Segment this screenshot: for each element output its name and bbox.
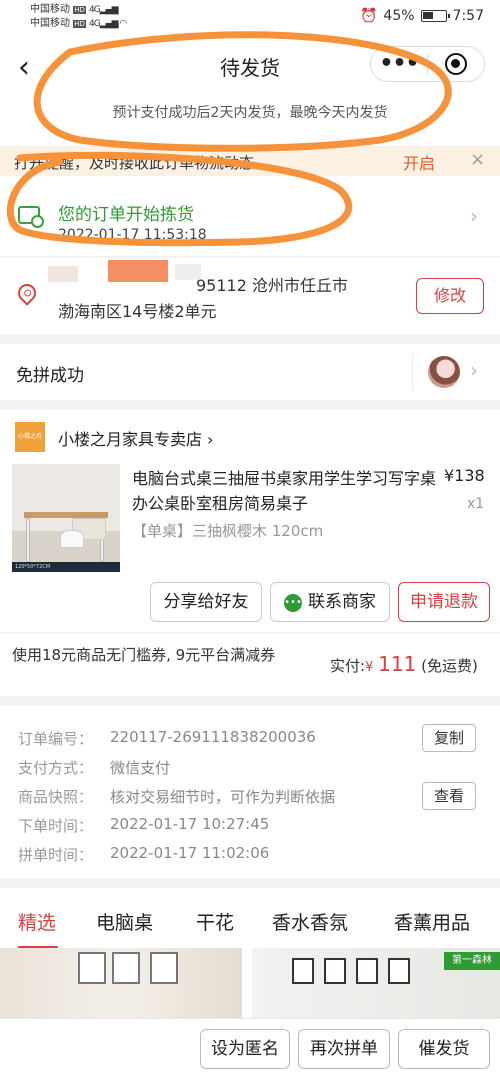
recommend-products: 第一森林 <box>0 948 500 1018</box>
tab-perfume[interactable]: 香水香氛 <box>272 908 348 935</box>
logistics-time: 2022-01-17 11:53:18 <box>58 227 207 243</box>
recommend-product-1[interactable] <box>0 948 242 1018</box>
close-program-button[interactable] <box>428 53 484 75</box>
total-paid: 实付:¥ 111 (免运费) <box>330 652 478 676</box>
location-pin-icon <box>14 280 40 306</box>
redacted-phone <box>108 260 168 282</box>
set-anonymous-button[interactable]: 设为匿名 <box>200 1029 290 1069</box>
mini-program-capsule: ••• <box>370 46 485 82</box>
product-spec: 【单桌】三抽枫樱木 120cm <box>132 522 324 540</box>
close-icon[interactable]: × <box>470 149 485 170</box>
tab-computer-desk[interactable]: 电脑桌 <box>96 908 153 935</box>
reminder-open-button[interactable]: 开启 <box>403 150 435 174</box>
product-image[interactable]: 120*50*72CM <box>12 464 120 572</box>
more-menu-button[interactable]: ••• <box>371 46 427 82</box>
shop-name-link[interactable]: 小楼之月家具专卖店 › <box>58 426 214 450</box>
shop-logo: 小楼之月 <box>15 422 45 452</box>
logistics-status[interactable]: 您的订单开始拣货 2022-01-17 11:53:18 › <box>0 176 500 256</box>
group-status-text: 免拼成功 <box>16 366 84 386</box>
order-item-card: 小楼之月 小楼之月家具专卖店 › 120*50*72CM 电脑台式桌三抽屉书桌家… <box>0 410 500 632</box>
contact-seller-button[interactable]: ••• 联系商家 <box>270 582 390 622</box>
tab-aroma[interactable]: 香薰用品 <box>394 908 470 935</box>
avatar <box>428 356 460 388</box>
reminder-text: 打开提醒，及时接收此订单物流动态 <box>14 154 255 172</box>
payment-summary: 使用18元商品无门槛券, 9元平台满减券 实付:¥ 111 (免运费) <box>0 634 500 696</box>
divider <box>412 354 413 390</box>
order-number-row: 订单编号： 220117-269111838200036 复制 <box>18 724 488 752</box>
chat-icon: ••• <box>284 594 302 612</box>
payment-method-row: 支付方式： 微信支付 <box>18 759 171 777</box>
shipping-estimate: 预计支付成功后2天内发货，最晚今天内发货 <box>112 105 388 121</box>
alarm-icon: ⏰ <box>359 8 378 24</box>
product-quantity: x1 <box>467 496 485 512</box>
status-right: ⏰ 45% 7:57 <box>360 8 484 24</box>
order-time-row: 下单时间： 2022-01-17 10:27:45 <box>18 815 270 835</box>
coupon-note: 使用18元商品无门槛券, 9元平台满减券 <box>12 646 276 664</box>
share-button[interactable]: 分享给好友 <box>150 582 262 622</box>
group-time-row: 拼单时间： 2022-01-17 11:02:06 <box>18 844 270 864</box>
address-line-1: 95112 沧州市任丘市 <box>196 276 348 295</box>
address-line-2: 渤海南区14号楼2单元 <box>58 302 217 321</box>
order-info: 订单编号： 220117-269111838200036 复制 支付方式： 微信支付… <box>0 706 500 878</box>
view-button[interactable]: 查看 <box>422 782 476 810</box>
urge-shipment-button[interactable]: 催发货 <box>398 1029 490 1069</box>
clock: 7:57 <box>452 8 484 24</box>
edit-address-button[interactable]: 修改 <box>416 278 484 314</box>
tab-featured[interactable]: 精选 <box>18 908 56 935</box>
logistics-title: 您的订单开始拣货 <box>58 205 194 225</box>
carrier-info: 中国移动 HD 4G▂▄▆ 中国移动 HD 4G▂▄▆ ◠ <box>30 4 127 29</box>
group-buy-status[interactable]: 免拼成功 › <box>0 344 500 400</box>
tab-dried-flowers[interactable]: 干花 <box>196 908 234 935</box>
bottom-action-bar: 设为匿名 再次拼单 催发货 <box>0 1018 500 1082</box>
regroup-button[interactable]: 再次拼单 <box>298 1029 390 1069</box>
package-clock-icon <box>18 206 44 228</box>
shipping-address: 95112 沧州市任丘市 渤海南区14号楼2单元 修改 <box>0 258 500 334</box>
product-title[interactable]: 电脑台式桌三抽屉书桌家用学生学习写字桌办公桌卧室租房简易桌子 <box>132 466 442 516</box>
page-header: ‹ 待发货 ••• 预计支付成功后2天内发货，最晚今天内发货 <box>0 36 500 146</box>
snapshot-row: 商品快照： 核对交易细节时，可作为判断依据 查看 <box>18 782 488 810</box>
copy-button[interactable]: 复制 <box>422 724 476 752</box>
product-price: ¥138 <box>444 466 485 485</box>
brand-badge: 第一森林 <box>444 952 500 970</box>
refund-button[interactable]: 申请退款 <box>398 582 490 622</box>
chevron-right-icon: › <box>207 430 214 449</box>
notification-reminder-bar: 打开提醒，及时接收此订单物流动态 开启 × <box>0 146 500 176</box>
status-bar: 中国移动 HD 4G▂▄▆ 中国移动 HD 4G▂▄▆ ◠ ⏰ 45% 7:57 <box>0 0 500 36</box>
target-icon <box>445 53 467 75</box>
battery-percent: 45% <box>383 8 415 24</box>
chevron-right-icon: › <box>470 358 478 382</box>
redacted-name <box>48 266 78 282</box>
battery-icon <box>420 10 450 22</box>
chevron-right-icon: › <box>470 204 478 228</box>
